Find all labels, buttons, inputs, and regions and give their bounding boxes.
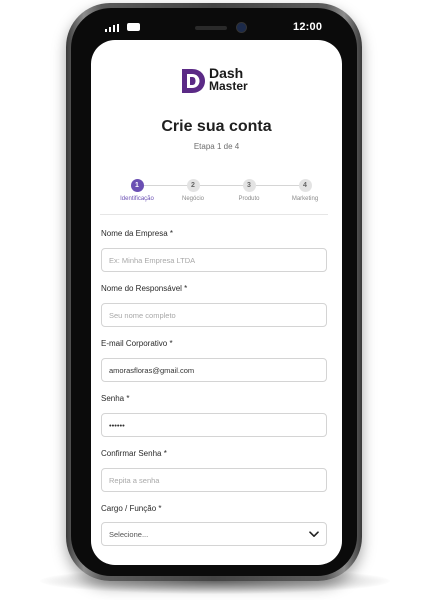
front-camera [237,23,246,32]
step-number: 2 [186,179,200,192]
dashmaster-logo-icon [182,69,205,93]
confirm-password-input[interactable] [101,468,327,492]
step-indicator-text: Etapa 1 de 4 [193,142,240,151]
step-label: Produto [238,196,260,202]
step-number: 1 [130,179,144,192]
password-label: Senha * [101,394,130,403]
page-title: Crie sua conta [161,118,272,135]
app-screen: Dash Master Crie sua conta Etapa 1 de 4 … [91,40,342,565]
logo-word-master: Master [209,79,248,93]
step-label: Identificação [120,196,154,202]
stepper-divider [100,214,328,215]
signal-icon [105,24,121,32]
responsible-name-input[interactable] [101,303,327,327]
responsible-name-label: Nome do Responsável * [101,284,188,293]
company-name-label: Nome da Empresa * [101,229,174,238]
status-bar: 12:00 [75,14,355,40]
role-select-value: Selecione... [109,529,149,539]
logo-wordmark: Dash Master [209,66,248,93]
progress-stepper: 1 Identificação 2 Negócio 3 Produto 4 Ma… [109,179,329,209]
role-select[interactable]: Selecione... [101,522,327,546]
step-marketing[interactable]: 4 Marketing [277,179,333,202]
confirm-password-label: Confirmar Senha * [101,449,167,458]
company-name-input[interactable] [101,248,327,272]
corporate-email-input[interactable] [101,358,327,382]
role-label: Cargo / Função * [101,504,162,513]
dashmaster-logo: Dash Master [179,66,259,98]
status-time: 12:00 [293,21,323,33]
password-input[interactable] [101,413,327,437]
battery-icon [127,23,140,31]
chevron-down-icon [309,530,319,537]
step-number: 4 [298,179,312,192]
step-produto[interactable]: 3 Produto [221,179,277,202]
step-label: Negócio [181,196,204,202]
step-number: 3 [242,179,256,192]
speaker-grille [195,26,227,30]
step-identificacao[interactable]: 1 Identificação [109,179,165,202]
corporate-email-label: E-mail Corporativo * [101,339,173,348]
step-label: Marketing [291,196,319,202]
step-negocio[interactable]: 2 Negócio [165,179,221,202]
